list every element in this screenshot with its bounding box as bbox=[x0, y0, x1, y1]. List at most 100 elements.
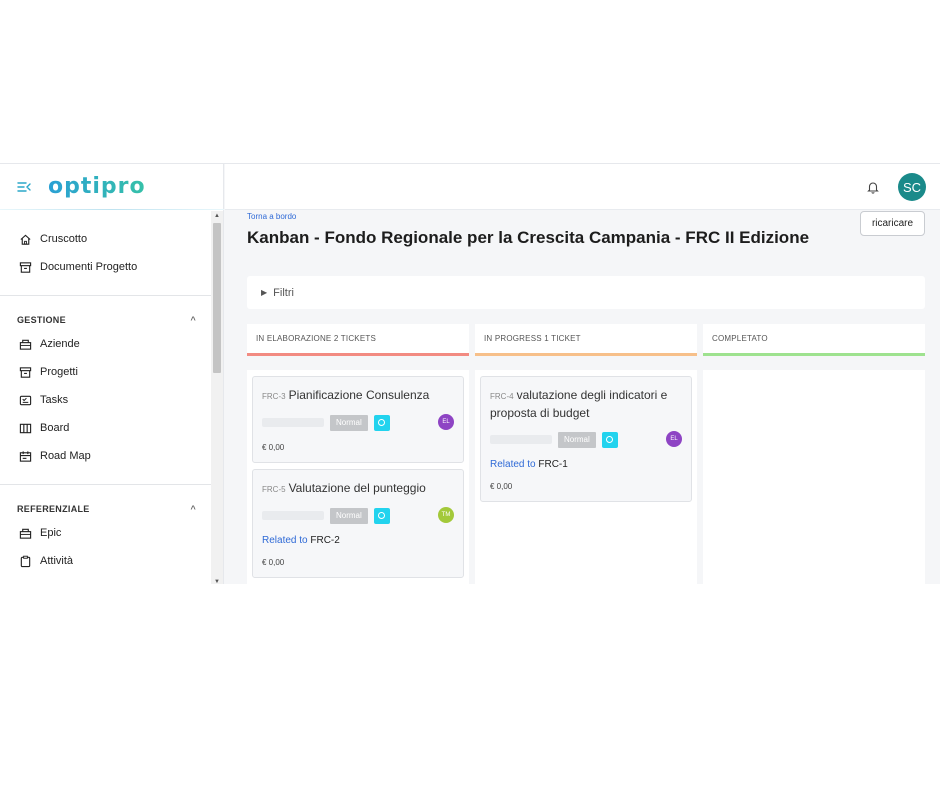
kanban-column-in-progress: IN PROGRESS 1 TICKET FRC-4 valutazione de… bbox=[475, 324, 697, 584]
triangle-right-icon: ▶ bbox=[261, 288, 268, 297]
status-circle-icon[interactable] bbox=[373, 414, 390, 431]
kanban-column-completato: COMPLETATO bbox=[703, 324, 925, 584]
related-label: Related to bbox=[262, 535, 308, 546]
card-meta-row: Normal EL bbox=[490, 431, 682, 448]
clipboard-icon bbox=[18, 554, 32, 568]
column-header: IN ELABORAZIONE 2 TICKETS bbox=[247, 324, 469, 356]
assignee-avatar[interactable]: EL bbox=[666, 431, 682, 447]
sidebar-item-epic[interactable]: Epic bbox=[0, 519, 224, 547]
menu-collapse-icon[interactable] bbox=[16, 180, 32, 194]
related-ticket: Related to FRC-1 bbox=[490, 459, 682, 470]
briefcase-icon bbox=[18, 526, 32, 540]
ticket-title: valutazione degli indicatori e proposta … bbox=[490, 388, 668, 420]
back-link[interactable]: Torna a bordo bbox=[247, 212, 296, 221]
placeholder-bar bbox=[490, 435, 552, 444]
section-title: REFERENZIALE bbox=[17, 504, 90, 514]
ticket-title: Pianificazione Consulenza bbox=[288, 388, 430, 402]
ticket-amount: € 0,00 bbox=[262, 558, 285, 567]
home-icon bbox=[18, 232, 32, 246]
sidebar-item-label: Road Map bbox=[40, 450, 91, 462]
column-body[interactable]: FRC-3 Pianificazione Consulenza Normal EL… bbox=[247, 370, 469, 584]
archive-icon bbox=[18, 365, 32, 379]
ticket-card[interactable]: FRC-5 Valutazione del punteggio Normal TM… bbox=[252, 469, 464, 578]
page-title: Kanban - Fondo Regionale per la Crescita… bbox=[247, 228, 810, 247]
card-title-line: FRC-3 Pianificazione Consulenza bbox=[262, 387, 454, 405]
sidebar-item-board[interactable]: Board bbox=[0, 414, 224, 442]
column-body[interactable]: FRC-4 valutazione degli indicatori e prop… bbox=[475, 370, 697, 584]
calendar-icon bbox=[18, 449, 32, 463]
archive-icon bbox=[18, 260, 32, 274]
ticket-key[interactable]: FRC-5 bbox=[262, 485, 286, 494]
ticket-title: Valutazione del punteggio bbox=[288, 481, 426, 495]
related-ticket-link[interactable]: FRC-1 bbox=[538, 459, 567, 470]
sidebar-item-label: Documenti Progetto bbox=[40, 261, 138, 273]
card-title-line: FRC-4 valutazione degli indicatori e prop… bbox=[490, 387, 682, 422]
filters-toggle[interactable]: ▶ Filtri bbox=[247, 276, 925, 309]
sidebar-divider bbox=[0, 295, 211, 296]
sidebar-item-label: Board bbox=[40, 422, 70, 434]
sidebar-item-progetti[interactable]: Progetti bbox=[0, 358, 224, 386]
card-meta-row: Normal TM bbox=[262, 507, 454, 524]
section-gestione[interactable]: GESTIONE ^ bbox=[0, 310, 224, 330]
sidebar-divider bbox=[0, 484, 211, 485]
sidebar-item-tasks[interactable]: Tasks bbox=[0, 386, 224, 414]
sidebar-item-road-map[interactable]: Road Map bbox=[0, 442, 224, 470]
chevron-up-icon[interactable]: ^ bbox=[190, 315, 196, 325]
scroll-down-arrow-icon[interactable]: ▼ bbox=[214, 579, 220, 584]
ticket-amount: € 0,00 bbox=[262, 443, 285, 452]
assignee-avatar[interactable]: TM bbox=[438, 507, 454, 523]
sidebar-nav: Cruscotto Documenti Progetto GESTIONE ^ bbox=[0, 211, 224, 584]
kanban-board: IN ELABORAZIONE 2 TICKETS FRC-3 Pianifica… bbox=[247, 324, 927, 584]
column-header: IN PROGRESS 1 TICKET bbox=[475, 324, 697, 356]
status-circle-icon[interactable] bbox=[373, 507, 390, 524]
sidebar-item-label: Aziende bbox=[40, 338, 80, 350]
assignee-avatar[interactable]: EL bbox=[438, 414, 454, 430]
kanban-column-in-elaborazione: IN ELABORAZIONE 2 TICKETS FRC-3 Pianifica… bbox=[247, 324, 469, 584]
ticket-card[interactable]: FRC-4 valutazione degli indicatori e prop… bbox=[480, 376, 692, 502]
sidebar-item-label: Tasks bbox=[40, 394, 69, 406]
sidebar-item-documenti-progetto[interactable]: Documenti Progetto bbox=[0, 253, 224, 281]
filters-label: Filtri bbox=[273, 286, 294, 299]
related-label: Related to bbox=[490, 459, 536, 470]
topbar: SC bbox=[225, 164, 940, 210]
logo[interactable]: optipro bbox=[48, 174, 146, 199]
ticket-key[interactable]: FRC-4 bbox=[490, 392, 514, 401]
sidebar-item-attivita[interactable]: Attività bbox=[0, 547, 224, 575]
bell-icon[interactable] bbox=[866, 180, 880, 194]
related-ticket-link[interactable]: FRC-2 bbox=[310, 535, 339, 546]
column-body[interactable] bbox=[703, 370, 925, 584]
sidebar: optipro Cruscotto Documenti Progetto GES… bbox=[0, 164, 224, 584]
main-content: Torna a bordo Kanban - Fondo Regionale p… bbox=[225, 211, 940, 584]
section-title: GESTIONE bbox=[17, 315, 66, 325]
briefcase-icon bbox=[18, 337, 32, 351]
sidebar-item-label: Epic bbox=[40, 527, 62, 539]
ticket-card[interactable]: FRC-3 Pianificazione Consulenza Normal EL… bbox=[252, 376, 464, 463]
chevron-up-icon[interactable]: ^ bbox=[190, 504, 196, 514]
priority-badge: Normal bbox=[330, 507, 368, 524]
status-circle-icon[interactable] bbox=[601, 431, 618, 448]
scroll-up-arrow-icon[interactable]: ▲ bbox=[214, 213, 220, 219]
placeholder-bar bbox=[262, 511, 324, 520]
card-title-line: FRC-5 Valutazione del punteggio bbox=[262, 480, 454, 498]
card-meta-row: Normal EL bbox=[262, 414, 454, 431]
sidebar-item-label: Progetti bbox=[40, 366, 78, 378]
priority-badge: Normal bbox=[330, 414, 368, 431]
sidebar-item-label: Cruscotto bbox=[40, 233, 88, 245]
scroll-thumb[interactable] bbox=[213, 223, 221, 373]
sidebar-item-cruscotto[interactable]: Cruscotto bbox=[0, 225, 224, 253]
section-referenziale[interactable]: REFERENZIALE ^ bbox=[0, 499, 224, 519]
columns-icon bbox=[18, 421, 32, 435]
user-avatar[interactable]: SC bbox=[898, 173, 926, 201]
logo-bar: optipro bbox=[0, 164, 224, 210]
app-window: optipro Cruscotto Documenti Progetto GES… bbox=[0, 163, 940, 584]
reload-button[interactable]: ricaricare bbox=[860, 211, 925, 236]
sidebar-scrollbar[interactable]: ▲ ▼ bbox=[211, 211, 223, 584]
priority-badge: Normal bbox=[558, 431, 596, 448]
ticket-key[interactable]: FRC-3 bbox=[262, 392, 286, 401]
sidebar-item-aziende[interactable]: Aziende bbox=[0, 330, 224, 358]
column-header: COMPLETATO bbox=[703, 324, 925, 356]
related-ticket: Related to FRC-2 bbox=[262, 535, 454, 546]
sidebar-item-label: Attività bbox=[40, 555, 74, 567]
tasks-icon bbox=[18, 393, 32, 407]
placeholder-bar bbox=[262, 418, 324, 427]
